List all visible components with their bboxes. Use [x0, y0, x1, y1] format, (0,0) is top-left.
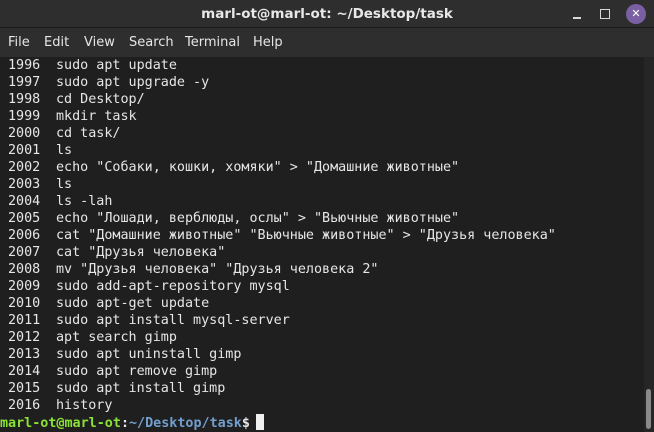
- minimize-button[interactable]: [567, 4, 587, 24]
- history-number: 2013: [8, 347, 41, 362]
- history-command: cat "Друзья человека": [56, 245, 226, 260]
- history-number: 1999: [8, 109, 41, 124]
- history-line: 2013 sudo apt uninstall gimp: [8, 346, 241, 363]
- menu-search[interactable]: Search: [129, 28, 174, 57]
- history-number: 2000: [8, 126, 41, 141]
- history-line: 1997 sudo apt upgrade -y: [8, 74, 209, 91]
- history-number: 2014: [8, 364, 41, 379]
- history-line: 2001 ls: [8, 142, 72, 159]
- history-command: sudo add-apt-repository mysql: [56, 279, 290, 294]
- history-line: 2005 echo "Лошади, верблюды, ослы" > "Вью…: [8, 210, 459, 227]
- history-command: sudo apt uninstall gimp: [56, 347, 242, 362]
- history-line: 2006 cat "Домашние животные" "Вьючные жив…: [8, 227, 556, 244]
- menu-edit[interactable]: Edit: [44, 28, 69, 57]
- maximize-button[interactable]: [595, 4, 615, 24]
- history-line: 2011 sudo apt install mysql-server: [8, 312, 290, 329]
- prompt-colon: :: [120, 416, 129, 431]
- history-line: 2012 apt search gimp: [8, 329, 177, 346]
- history-line: 2009 sudo add-apt-repository mysql: [8, 278, 290, 295]
- history-command: sudo apt remove gimp: [56, 364, 218, 379]
- history-line: 2010 sudo apt-get update: [8, 295, 209, 312]
- history-command: mkdir task: [56, 109, 137, 124]
- history-line: 2002 echo "Собаки, кошки, хомяки" > "Дома…: [8, 159, 459, 176]
- window-title: marl-ot@marl-ot: ~/Desktop/task: [201, 6, 453, 22]
- history-line: 2015 sudo apt install gimp: [8, 380, 225, 397]
- history-number: 2010: [8, 296, 41, 311]
- history-number: 1998: [8, 92, 41, 107]
- vertical-scrollbar[interactable]: [644, 57, 654, 432]
- history-command: ls: [56, 177, 73, 192]
- history-line: 1996 sudo apt update: [8, 57, 177, 74]
- history-command: history: [56, 398, 113, 413]
- history-command: cd Desktop/: [56, 92, 145, 107]
- history-number: 2006: [8, 228, 41, 243]
- history-command: sudo apt install gimp: [56, 381, 226, 396]
- history-line: 2000 cd task/: [8, 125, 121, 142]
- terminal-output[interactable]: 1996 sudo apt update 1997 sudo apt upgrade…: [0, 57, 644, 432]
- title-bar[interactable]: marl-ot@marl-ot: ~/Desktop/task ✕: [0, 0, 654, 28]
- history-command: echo "Лошади, верблюды, ослы" > "Вьючные…: [56, 211, 460, 226]
- history-number: 2012: [8, 330, 41, 345]
- menu-file[interactable]: File: [8, 28, 30, 57]
- history-number: 2008: [8, 262, 41, 277]
- history-line: 2008 mv "Друзья человека" "Друзья человек…: [8, 261, 378, 278]
- history-number: 2001: [8, 143, 41, 158]
- history-command: cat "Домашние животные" "Вьючные животны…: [56, 228, 556, 243]
- menu-view[interactable]: View: [84, 28, 115, 57]
- history-number: 2007: [8, 245, 41, 260]
- history-command: cd task/: [56, 126, 121, 141]
- menu-help[interactable]: Help: [253, 28, 283, 57]
- history-command: echo "Собаки, кошки, хомяки" > "Домашние…: [56, 160, 460, 175]
- menu-bar: File Edit View Search Terminal Help: [0, 28, 654, 57]
- maximize-icon: [600, 9, 610, 19]
- history-number: 2016: [8, 398, 41, 413]
- history-command: mv "Друзья человека" "Друзья человека 2": [56, 262, 379, 277]
- history-number: 2009: [8, 279, 41, 294]
- prompt-user-host: marl-ot@marl-ot: [0, 416, 121, 431]
- history-command: sudo apt upgrade -y: [56, 75, 210, 90]
- history-number: 2003: [8, 177, 41, 192]
- history-line: 1998 cd Desktop/: [8, 91, 145, 108]
- history-number: 2015: [8, 381, 41, 396]
- history-number: 2004: [8, 194, 41, 209]
- history-command: ls -lah: [56, 194, 113, 209]
- minimize-icon: [573, 17, 581, 19]
- close-icon: ✕: [631, 7, 641, 20]
- terminal-window: marl-ot@marl-ot: ~/Desktop/task ✕ File E…: [0, 0, 654, 432]
- history-line: 2004 ls -lah: [8, 193, 112, 210]
- history-number: 1997: [8, 75, 41, 90]
- history-line: 2003 ls: [8, 176, 72, 193]
- history-number: 1996: [8, 58, 41, 73]
- history-number: 2011: [8, 313, 41, 328]
- text-cursor: [255, 414, 264, 430]
- history-number: 2002: [8, 160, 41, 175]
- shell-prompt[interactable]: marl-ot@marl-ot:~/Desktop/task$: [0, 414, 264, 431]
- prompt-path: ~/Desktop/task: [129, 416, 242, 431]
- history-line: 2007 cat "Друзья человека": [8, 244, 225, 261]
- menu-terminal[interactable]: Terminal: [185, 28, 240, 57]
- history-number: 2005: [8, 211, 41, 226]
- close-button[interactable]: ✕: [626, 4, 646, 24]
- scrollbar-thumb[interactable]: [646, 389, 651, 429]
- history-line: 2016 history: [8, 397, 112, 414]
- history-line: 2014 sudo apt remove gimp: [8, 363, 217, 380]
- history-command: sudo apt update: [56, 58, 177, 73]
- history-command: apt search gimp: [56, 330, 177, 345]
- prompt-symbol: $: [241, 416, 250, 431]
- history-command: ls: [56, 143, 73, 158]
- history-command: sudo apt-get update: [56, 296, 210, 311]
- history-line: 1999 mkdir task: [8, 108, 137, 125]
- history-command: sudo apt install mysql-server: [56, 313, 290, 328]
